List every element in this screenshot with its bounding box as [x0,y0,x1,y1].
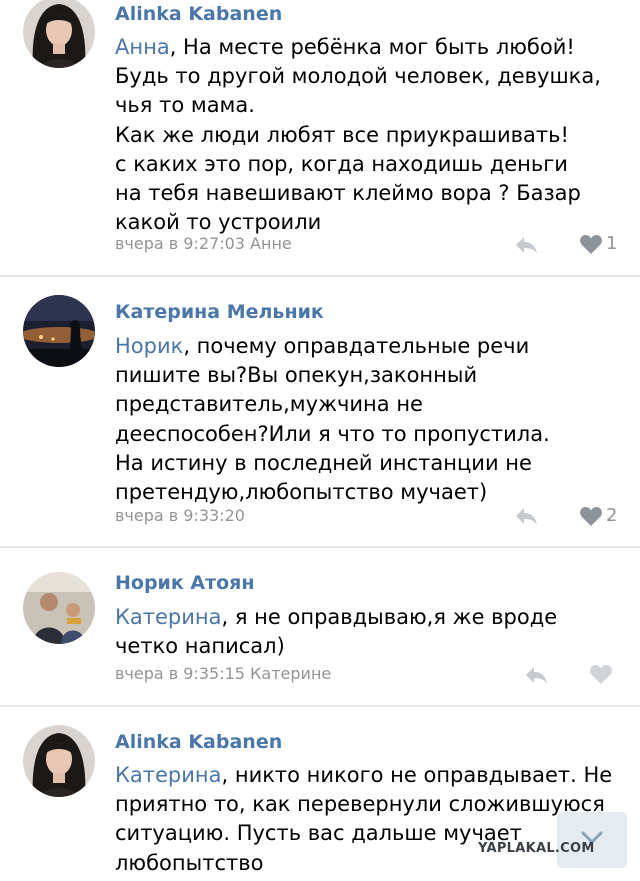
mention-link[interactable]: Норик [115,334,183,358]
watermark: YAPLAKAL.COM [478,841,595,856]
mention-link[interactable]: Анна [115,35,170,59]
comment-timestamp[interactable]: вчера в 9:35:15 Катерине [115,664,331,683]
heart-icon[interactable] [579,233,603,255]
like-count: 2 [606,505,618,526]
avatar[interactable] [23,725,95,797]
comment: Катерина Мельник Норик, почему оправдате… [0,277,640,547]
avatar[interactable] [23,295,95,367]
reply-arrow-icon[interactable] [513,505,539,527]
mention-link[interactable]: Катерина [115,605,222,629]
comment-timestamp[interactable]: вчера в 9:27:03 Анне [115,234,292,253]
comment-text: Катерина, никто никого не оправдывает. Н… [115,763,613,875]
comment-timestamp[interactable]: вчера в 9:33:20 [115,506,245,525]
like-count: 1 [606,233,618,254]
scroll-down-button[interactable] [557,812,627,868]
comment-text: Норик, почему оправдательные речи пишите… [115,334,550,505]
comment-author[interactable]: Alinka Kabanen [115,3,282,25]
comment: Alinka Kabanen Анна, На месте ребёнка мо… [0,0,640,276]
reply-arrow-icon[interactable] [513,234,539,256]
heart-icon[interactable] [589,663,613,685]
comment-text: Анна, На месте ребёнка мог быть любой! Б… [115,35,601,235]
comment: Норик Атоян Катерина, я не оправдываю,я … [0,548,640,706]
reply-arrow-icon[interactable] [523,664,549,686]
comment-text: Катерина, я не оправдываю,я же вроде чет… [115,605,558,659]
comment-author[interactable]: Alinka Kabanen [115,731,282,753]
avatar[interactable] [23,0,95,68]
mention-link[interactable]: Катерина [115,763,222,787]
avatar[interactable] [23,572,95,644]
heart-icon[interactable] [579,505,603,527]
comment-author[interactable]: Норик Атоян [115,572,254,594]
comment-author[interactable]: Катерина Мельник [115,301,324,323]
